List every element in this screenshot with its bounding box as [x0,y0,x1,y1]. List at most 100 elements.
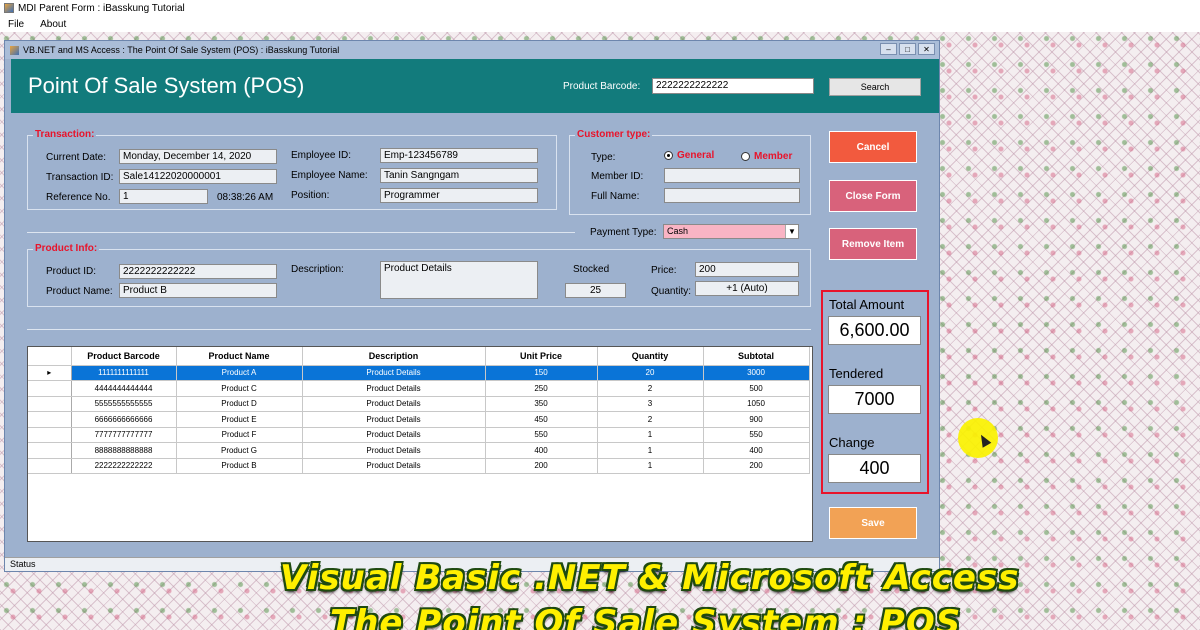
search-button[interactable]: Search [829,78,921,96]
total-amount-label: Total Amount [829,297,905,312]
table-row[interactable]: 4444444444444 Product C Product Details … [28,380,810,397]
quantity-field[interactable]: +1 (Auto) [695,281,799,296]
current-date-label: Current Date: [46,152,107,163]
window-buttons: – □ ✕ [880,43,935,55]
cart-grid[interactable]: Product Barcode Product Name Description… [27,346,813,542]
transaction-id-field[interactable]: Sale14122020000001 [119,169,277,184]
cell-subtotal: 1050 [703,396,810,412]
member-id-field[interactable] [664,168,800,183]
product-id-field[interactable]: 2222222222222 [119,264,277,279]
general-radio[interactable]: General [664,150,714,161]
cell-barcode: 7777777777777 [71,427,177,443]
radio-unchecked-icon [741,152,750,161]
cell-unit-price: 450 [485,411,598,428]
menu-about[interactable]: About [32,19,74,30]
page-title: Point Of Sale System (POS) [28,73,305,98]
transaction-legend: Transaction: [33,129,97,140]
product-info-legend: Product Info: [33,243,100,254]
total-amount-field: 6,600.00 [828,316,921,345]
product-name-label: Product Name: [46,286,113,297]
mdi-title-bar: MDI Parent Form : iBasskung Tutorial [0,0,1200,16]
cell-barcode: 1111111111111 [71,365,177,381]
table-row[interactable]: 7777777777777 Product F Product Details … [28,427,810,443]
table-row[interactable]: 5555555555555 Product D Product Details … [28,396,810,412]
cell-description: Product Details [302,442,486,459]
full-name-label: Full Name: [591,191,640,202]
cell-unit-price: 150 [485,365,598,381]
chevron-down-icon: ▼ [785,225,798,238]
description-field[interactable]: Product Details [380,261,538,299]
remove-item-button[interactable]: Remove Item [829,228,917,260]
banner-line-1: Visual Basic .NET & Microsoft Access [280,558,1020,598]
description-label: Description: [291,264,344,275]
general-radio-label: General [677,150,715,161]
cell-unit-price: 400 [485,442,598,459]
cell-name: Product G [176,442,303,459]
product-id-label: Product ID: [46,266,97,277]
header-band: Point Of Sale System (POS) Product Barco… [11,59,939,113]
col-description[interactable]: Description [302,347,486,366]
col-unit-price[interactable]: Unit Price [485,347,598,366]
col-subtotal[interactable]: Subtotal [703,347,810,366]
cell-description: Product Details [302,380,486,397]
table-row[interactable]: ▸ 1111111111111 Product A Product Detail… [28,365,810,381]
cell-subtotal: 400 [703,442,810,459]
cell-description: Product Details [302,365,486,381]
totals-panel: Total Amount 6,600.00 Tendered 7000 Chan… [821,290,929,494]
cell-subtotal: 900 [703,411,810,428]
barcode-input[interactable]: 2222222222222 [652,78,814,94]
employee-id-field[interactable]: Emp-123456789 [380,148,538,163]
payment-type-value: Cash [667,226,689,236]
type-label: Type: [591,152,616,163]
cell-description: Product Details [302,396,486,412]
row-header-corner [28,347,72,366]
menu-file[interactable]: File [0,19,32,30]
stocked-field[interactable]: 25 [565,283,626,298]
cancel-button[interactable]: Cancel [829,131,917,163]
cell-unit-price: 200 [485,458,598,474]
close-form-button[interactable]: Close Form [829,180,917,212]
save-button[interactable]: Save [829,507,917,539]
row-header [28,411,72,428]
table-row[interactable]: 2222222222222 Product B Product Details … [28,458,810,474]
employee-name-field[interactable]: Tanin Sangngam [380,168,538,183]
row-header [28,380,72,397]
cell-name: Product A [176,365,303,381]
price-field[interactable]: 200 [695,262,799,277]
employee-name-label: Employee Name: [291,170,368,181]
banner-line-2: The Point Of Sale System : POS [330,603,962,630]
cell-subtotal: 200 [703,458,810,474]
member-radio[interactable]: Member [741,151,792,162]
full-name-field[interactable] [664,188,800,203]
row-pointer-icon: ▸ [28,365,72,381]
transaction-id-label: Transaction ID: [46,172,114,183]
cell-barcode: 2222222222222 [71,458,177,474]
current-date-field[interactable]: Monday, December 14, 2020 [119,149,277,164]
reference-label: Reference No. [46,192,111,203]
child-title-bar[interactable]: VB.NET and MS Access : The Point Of Sale… [5,41,939,59]
customer-type-group: Customer type: Type: General Member Memb… [569,129,811,215]
reference-field[interactable]: 1 [119,189,208,204]
cell-quantity: 2 [597,380,704,397]
cell-description: Product Details [302,427,486,443]
product-name-field[interactable]: Product B [119,283,277,298]
cell-quantity: 1 [597,458,704,474]
mdi-title-text: MDI Parent Form : iBasskung Tutorial [18,2,185,14]
pos-form-window: VB.NET and MS Access : The Point Of Sale… [4,40,940,572]
payment-type-select[interactable]: Cash ▼ [663,224,799,239]
position-field[interactable]: Programmer [380,188,538,203]
cell-barcode: 4444444444444 [71,380,177,397]
tendered-input[interactable]: 7000 [828,385,921,414]
col-product-name[interactable]: Product Name [176,347,303,366]
maximize-icon[interactable]: □ [899,43,916,55]
change-field: 400 [828,454,921,483]
cell-barcode: 5555555555555 [71,396,177,412]
col-quantity[interactable]: Quantity [597,347,704,366]
member-id-label: Member ID: [591,171,644,182]
minimize-icon[interactable]: – [880,43,897,55]
col-product-barcode[interactable]: Product Barcode [71,347,177,366]
cell-subtotal: 550 [703,427,810,443]
table-row[interactable]: 6666666666666 Product E Product Details … [28,411,810,428]
close-icon[interactable]: ✕ [918,43,935,55]
table-row[interactable]: 8888888888888 Product G Product Details … [28,442,810,459]
